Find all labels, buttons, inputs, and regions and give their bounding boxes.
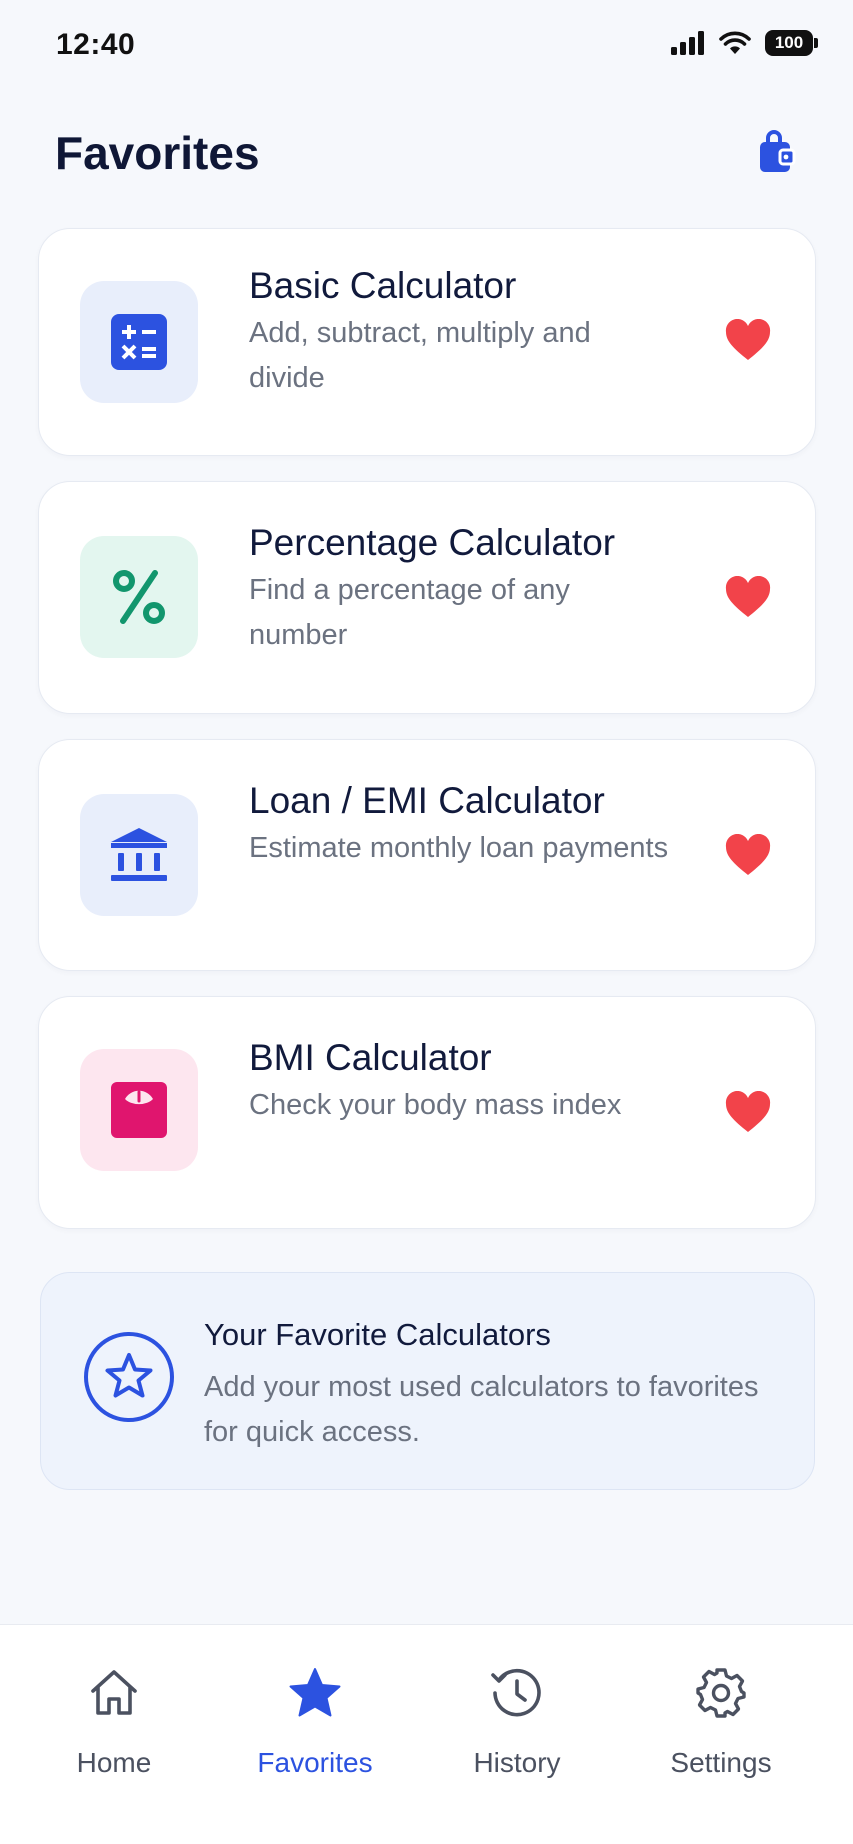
calculator-icon [111,314,167,370]
scale-icon [111,1082,167,1138]
nav-item-history[interactable]: History [432,1665,602,1805]
nav-item-settings[interactable]: Settings [636,1665,806,1805]
favorite-toggle[interactable] [723,832,773,878]
favorite-card-loan-emi-calculator[interactable]: Loan / EMI Calculator Estimate monthly l… [38,739,816,971]
favorite-toggle[interactable] [723,317,773,363]
wallet-button[interactable] [752,127,802,177]
status-bar: 12:40 100 [0,0,853,90]
favorite-card-basic-calculator[interactable]: Basic Calculator Add, subtract, multiply… [38,228,816,456]
favorite-card-bmi-calculator[interactable]: BMI Calculator Check your body mass inde… [38,996,816,1229]
status-time: 12:40 [56,28,136,61]
bottom-nav: Home Favorites History Settings [0,1624,853,1844]
card-title: Loan / EMI Calculator [249,780,605,821]
status-icons: 100 [671,30,818,56]
nav-item-favorites[interactable]: Favorites [230,1665,400,1805]
signal-icon [671,31,704,55]
info-text: Add your most used calculators to favori… [204,1371,759,1448]
nav-item-home[interactable]: Home [29,1665,199,1805]
star-icon [289,1668,341,1717]
nav-label-home: Home [76,1747,152,1778]
percent-icon [113,570,165,624]
wifi-icon [719,31,751,54]
info-title: Your Favorite Calculators [204,1317,551,1352]
favorites-info-box: Your Favorite Calculators Add your most … [40,1272,815,1490]
favorite-toggle[interactable] [723,1089,773,1135]
heart-icon [725,1091,771,1132]
heart-icon [725,576,771,617]
page-title: Favorites [55,127,260,179]
favorite-toggle[interactable] [723,574,773,620]
history-icon [491,1668,541,1717]
favorites-list: Basic Calculator Add, subtract, multiply… [38,228,816,1254]
card-description: Estimate monthly loan payments [249,832,669,864]
card-description: Find a percentage of any number [249,574,570,651]
card-title: Basic Calculator [249,265,517,306]
card-title: Percentage Calculator [249,522,616,563]
card-icon-container [80,794,198,916]
favorites-screen: 12:40 100 Favorites Basic Calculator Add… [0,0,853,1844]
battery-icon: 100 [765,30,818,56]
nav-label-history: History [473,1747,561,1778]
favorite-card-percentage-calculator[interactable]: Percentage Calculator Find a percentage … [38,481,816,714]
home-icon [91,1670,137,1715]
star-outline-icon [84,1332,174,1422]
heart-icon [725,319,771,360]
card-title: BMI Calculator [249,1037,492,1078]
card-description: Check your body mass index [249,1089,622,1121]
heart-icon [725,834,771,875]
nav-label-settings: Settings [670,1747,772,1778]
gear-icon [696,1668,746,1718]
card-description: Add, subtract, multiply and divide [249,317,591,394]
card-icon-container [80,281,198,403]
card-icon-container [80,536,198,658]
card-icon-container [80,1049,198,1171]
nav-label-favorites: Favorites [257,1747,373,1778]
bank-icon [111,828,167,881]
wallet-icon [760,130,796,172]
